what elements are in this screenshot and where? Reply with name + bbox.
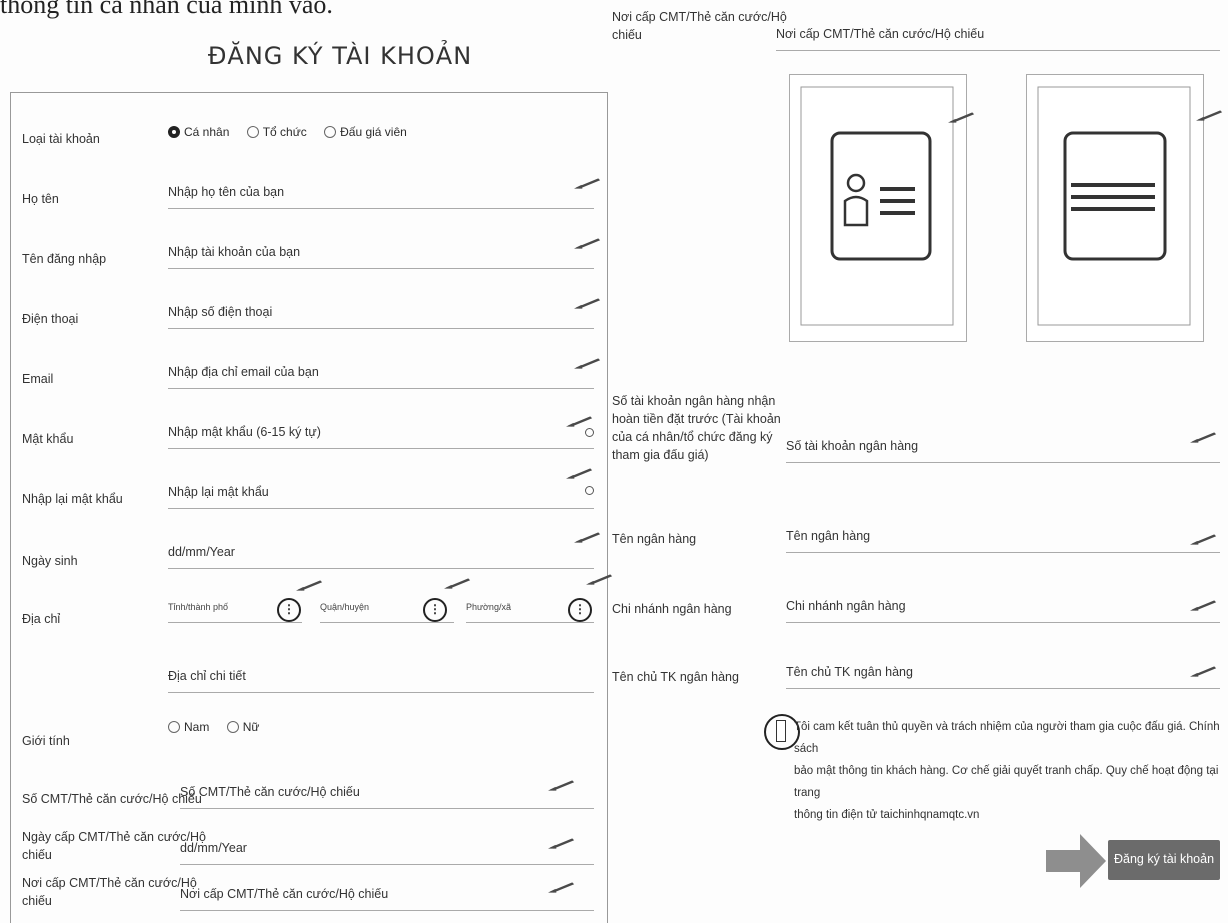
agreement-text: Tôi cam kết tuân thủ quyền và trách nhiệ…	[794, 716, 1224, 826]
district-dropdown-icon[interactable]: ⋮	[423, 598, 447, 622]
radio-male-label: Nam	[184, 720, 210, 734]
address-detail-input[interactable]: Địa chỉ chi tiết	[168, 666, 594, 693]
id-issue-place-label-line2: chiếu	[22, 894, 52, 908]
email-label: Email	[22, 372, 54, 386]
id-card-back-icon	[1037, 86, 1191, 326]
bank-name-input[interactable]: Tên ngân hàng	[786, 526, 1220, 553]
pointer-arrow-icon	[548, 880, 576, 894]
confirm-password-input[interactable]: Nhập lại mật khẩu	[168, 482, 594, 509]
full-name-input[interactable]: Nhập họ tên của bạn	[168, 182, 594, 209]
big-arrow-icon	[1046, 834, 1106, 888]
show-password-icon[interactable]	[585, 486, 594, 495]
address-label: Địa chỉ	[22, 612, 61, 626]
bank-name-label: Tên ngân hàng	[612, 532, 697, 546]
radio-auctioneer-label: Đấu giá viên	[340, 125, 407, 139]
agreement-line: bảo mật thông tin khách hàng. Cơ chế giả…	[794, 765, 1219, 799]
phone-input[interactable]: Nhập số điện thoại	[168, 302, 594, 329]
birthday-input[interactable]: dd/mm/Year	[168, 542, 594, 569]
ward-dropdown-icon[interactable]: ⋮	[568, 598, 592, 622]
bank-account-input[interactable]: Số tài khoản ngân hàng	[786, 436, 1220, 463]
pointer-arrow-icon	[566, 414, 594, 428]
pointer-arrow-icon	[948, 110, 976, 124]
birthday-label: Ngày sinh	[22, 554, 78, 568]
pointer-arrow-icon	[574, 530, 602, 544]
radio-male[interactable]	[168, 721, 180, 733]
intro-text: thông tin cá nhân của mình vào.	[0, 0, 333, 19]
pointer-arrow-icon	[1190, 532, 1218, 546]
id-issue-date-label-line2: chiếu	[22, 848, 52, 862]
agreement-line: Tôi cam kết tuân thủ quyền và trách nhiệ…	[794, 721, 1220, 755]
full-name-label: Họ tên	[22, 192, 59, 206]
id-number-label: Số CMT/Thẻ căn cước/Hộ chiếu	[22, 792, 202, 806]
username-input[interactable]: Nhập tài khoản của bạn	[168, 242, 594, 269]
right-id-issue-place-input[interactable]: Nơi cấp CMT/Thẻ căn cước/Hộ chiếu	[776, 24, 1220, 51]
pointer-arrow-icon	[1190, 598, 1218, 612]
id-card-front-icon	[800, 86, 954, 326]
show-password-icon[interactable]	[585, 428, 594, 437]
bank-owner-label: Tên chủ TK ngân hàng	[612, 670, 739, 684]
password-label: Mật khẩu	[22, 432, 74, 446]
radio-organization[interactable]	[246, 126, 259, 138]
right-id-issue-place-label-line2: chiếu	[612, 28, 642, 42]
pointer-arrow-icon	[586, 572, 614, 586]
gender-radio-group: Nam Nữ	[168, 720, 273, 734]
phone-label: Điện thoại	[22, 312, 79, 326]
agreement-line: thông tin điện tử taichinhqnamqtc.vn	[794, 809, 980, 821]
id-issue-date-label: Ngày cấp CMT/Thẻ căn cước/Hộ chiếu	[22, 828, 206, 864]
password-input[interactable]: Nhập mật khẩu (6-15 ký tự)	[168, 422, 594, 449]
pointer-arrow-icon	[574, 356, 602, 370]
pointer-arrow-icon	[574, 296, 602, 310]
radio-female-label: Nữ	[242, 720, 260, 734]
radio-auctioneer[interactable]	[324, 126, 337, 138]
radio-individual-label: Cá nhân	[184, 125, 230, 139]
bank-account-label-line: hoàn tiền đặt trước (Tài khoản	[612, 412, 781, 426]
pointer-arrow-icon	[444, 576, 472, 590]
bank-account-label-line: Số tài khoản ngân hàng nhận	[612, 394, 776, 408]
account-type-radio-group: Cá nhân Tổ chức Đấu giá viên	[168, 125, 421, 139]
id-number-input[interactable]: Số CMT/Thẻ căn cước/Hộ chiếu	[180, 782, 594, 809]
id-front-upload-box[interactable]	[789, 74, 967, 342]
bank-account-label-line: của cá nhân/tổ chức đăng ký	[612, 430, 773, 444]
bank-branch-input[interactable]: Chi nhánh ngân hàng	[786, 596, 1220, 623]
register-account-button[interactable]: Đăng ký tài khoản	[1108, 840, 1220, 880]
right-id-issue-place-label: Nơi cấp CMT/Thẻ căn cước/Hộ chiếu	[612, 8, 787, 44]
agreement-checkbox[interactable]	[776, 720, 786, 742]
id-issue-place-input[interactable]: Nơi cấp CMT/Thẻ căn cước/Hộ chiếu	[180, 884, 594, 911]
bank-account-label: Số tài khoản ngân hàng nhận hoàn tiền đặ…	[612, 392, 781, 464]
pointer-arrow-icon	[1190, 664, 1218, 678]
gender-label: Giới tính	[22, 734, 70, 748]
radio-female[interactable]	[226, 721, 239, 733]
bank-account-label-line: tham gia đấu giá)	[612, 448, 709, 462]
radio-individual[interactable]	[168, 126, 180, 138]
id-issue-date-label-line1: Ngày cấp CMT/Thẻ căn cước/Hộ	[22, 830, 206, 844]
id-issue-date-input[interactable]: dd/mm/Year	[180, 838, 594, 865]
pointer-arrow-icon	[574, 236, 602, 250]
radio-organization-label: Tổ chức	[262, 125, 307, 139]
pointer-arrow-icon	[548, 836, 576, 850]
province-dropdown-icon[interactable]: ⋮	[277, 598, 301, 622]
id-back-upload-box[interactable]	[1026, 74, 1204, 342]
pointer-arrow-icon	[1190, 430, 1218, 444]
bank-owner-input[interactable]: Tên chủ TK ngân hàng	[786, 662, 1220, 689]
username-label: Tên đăng nhập	[22, 252, 107, 266]
bank-branch-label: Chi nhánh ngân hàng	[612, 602, 732, 616]
confirm-password-label: Nhập lại mật khẩu	[22, 492, 123, 506]
pointer-arrow-icon	[566, 466, 594, 480]
pointer-arrow-icon	[1196, 108, 1224, 122]
account-type-label: Loại tài khoản	[22, 132, 100, 146]
id-issue-place-label-line1: Nơi cấp CMT/Thẻ căn cước/Hộ	[22, 876, 197, 890]
email-input[interactable]: Nhập địa chỉ email của bạn	[168, 362, 594, 389]
right-id-issue-place-label-line1: Nơi cấp CMT/Thẻ căn cước/Hộ	[612, 10, 787, 24]
pointer-arrow-icon	[548, 778, 576, 792]
pointer-arrow-icon	[574, 176, 602, 190]
form-title: ĐĂNG KÝ TÀI KHOẢN	[207, 42, 473, 70]
pointer-arrow-icon	[296, 578, 324, 592]
id-issue-place-label: Nơi cấp CMT/Thẻ căn cước/Hộ chiếu	[22, 874, 197, 910]
